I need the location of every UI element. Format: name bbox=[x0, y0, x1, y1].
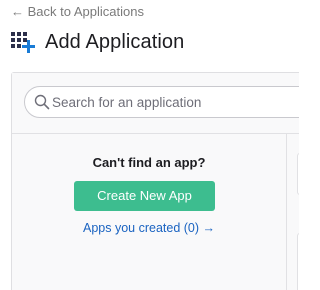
create-new-app-button[interactable]: Create New App bbox=[74, 181, 215, 211]
search-box[interactable] bbox=[24, 86, 299, 118]
search-icon bbox=[34, 94, 50, 110]
app-card[interactable] bbox=[297, 233, 299, 290]
cant-find-app-heading: Can't find an app? bbox=[92, 155, 206, 170]
add-application-page: ← Back to Applications Add Application S… bbox=[0, 0, 299, 290]
create-app-column: Can't find an app? Create New App Apps y… bbox=[12, 134, 287, 290]
page-header: Add Application bbox=[11, 29, 184, 55]
search-input[interactable] bbox=[52, 92, 292, 112]
apps-grid-add-icon bbox=[11, 32, 35, 53]
application-browser-panel: Can't find an app? Create New App Apps y… bbox=[11, 72, 299, 290]
search-bar-area bbox=[12, 73, 299, 134]
back-to-applications-link[interactable]: ← Back to Applications bbox=[11, 4, 144, 20]
apps-you-created-link[interactable]: Apps you created (0) → bbox=[12, 220, 286, 236]
app-card[interactable] bbox=[297, 153, 299, 195]
page-title: Add Application bbox=[45, 31, 185, 53]
